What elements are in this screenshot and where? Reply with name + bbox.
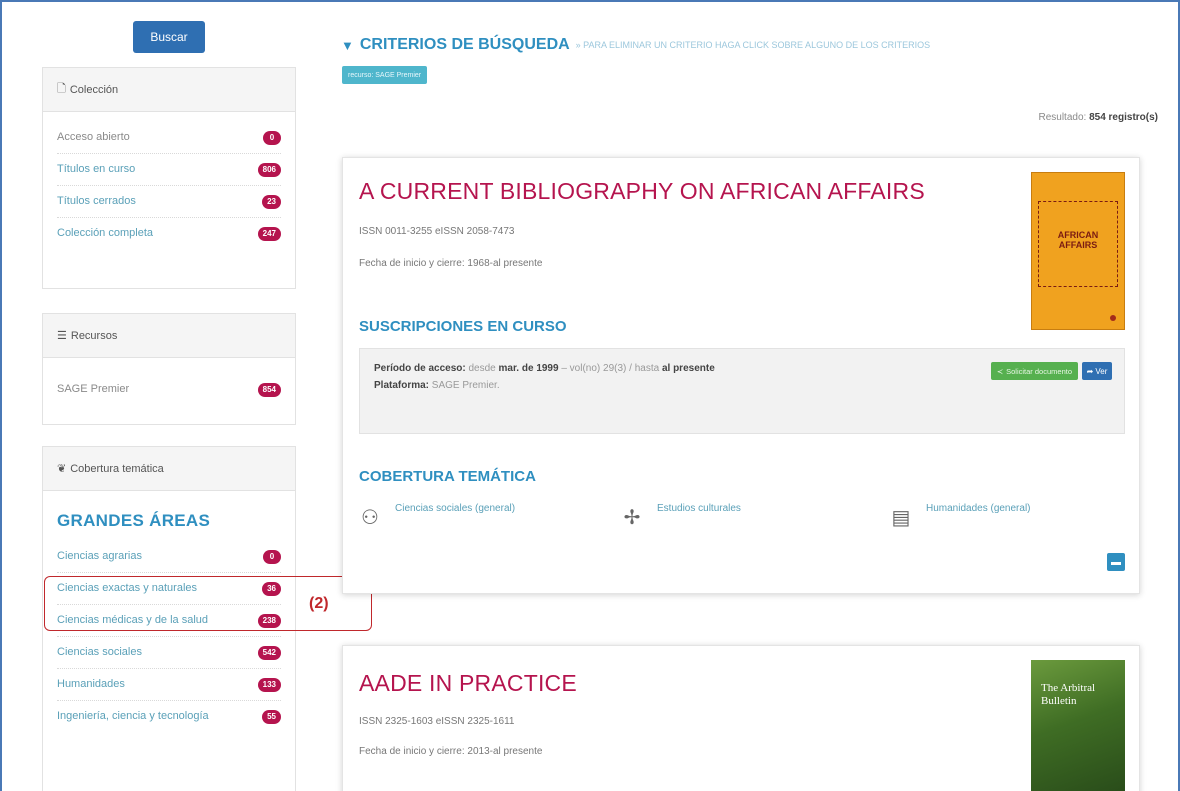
cover-title: The Arbitral Bulletin — [1041, 682, 1096, 707]
journal-dates: Fecha de inicio y cierre: 2013-al presen… — [359, 746, 543, 757]
document-icon: 🗋 — [57, 83, 66, 95]
filter-label: SAGE Premier — [57, 383, 130, 395]
access-period: Período de acceso: desde mar. de 1999 – … — [374, 363, 715, 374]
journal-cover-image[interactable]: AFRICAN AFFAIRS — [1031, 172, 1125, 330]
count-badge: 0 — [263, 130, 281, 145]
leaf-icon: ❦ — [57, 463, 67, 475]
database-icon: ☰ — [57, 330, 67, 342]
criteria-hint: » PARA ELIMINAR UN CRITERIO HAGA CLICK S… — [575, 40, 931, 50]
filter-icon: ▼ — [341, 37, 354, 53]
platform: Plataforma: SAGE Premier. — [374, 380, 500, 391]
major-areas-heading: GRANDES ÁREAS — [57, 511, 211, 530]
filter-closed-titles[interactable]: Títulos cerrados 23 — [57, 186, 281, 218]
count-badge: 133 — [257, 677, 281, 692]
coverage-heading: COBERTURA TEMÁTICA — [359, 468, 536, 485]
filter-current-titles[interactable]: Títulos en curso 806 — [57, 154, 281, 186]
count-badge: 55 — [262, 709, 281, 724]
filter-open-access[interactable]: Acceso abierto 0 — [57, 122, 281, 154]
journal-card: A CURRENT BIBLIOGRAPHY ON AFRICAN AFFAIR… — [342, 157, 1140, 594]
resources-panel-title: Recursos — [70, 329, 118, 342]
count-badge: 806 — [257, 162, 281, 177]
archive-icon[interactable]: ▬ — [1107, 553, 1125, 571]
annotation-label: (2) — [309, 595, 329, 612]
filter-area-humanities[interactable]: Humanidades 133 — [57, 669, 281, 701]
criteria-tag-sage-premier[interactable]: recurso: SAGE Premier — [342, 66, 428, 84]
people-hierarchy-icon: ⚇ — [361, 507, 379, 529]
criteria-header: ▼ CRITERIOS DE BÚSQUEDA » PARA ELIMINAR … — [341, 36, 930, 54]
journal-cover-image[interactable]: The Arbitral Bulletin — [1031, 660, 1125, 791]
count-badge: 0 — [263, 549, 281, 564]
collection-panel-title: Colección — [69, 83, 119, 96]
filter-area-engineering[interactable]: Ingeniería, ciencia y tecnología 55 — [57, 701, 281, 732]
count-badge: 247 — [257, 226, 281, 241]
cover-title: AFRICAN AFFAIRS — [1057, 230, 1099, 250]
filter-label: Ingeniería, ciencia y tecnología — [57, 710, 209, 722]
journal-dates: Fecha de inicio y cierre: 1968-al presen… — [359, 258, 543, 269]
journal-issn: ISSN 0011-3255 eISSN 2058-7473 — [359, 226, 515, 237]
collection-panel: 🗋 Colección Acceso abierto 0 Títulos en … — [42, 67, 296, 289]
filter-label: Títulos en curso — [57, 163, 136, 175]
filter-label: Ciencias agrarias — [57, 550, 142, 562]
filter-area-agricultural[interactable]: Ciencias agrarias 0 — [57, 541, 281, 573]
criteria-title: CRITERIOS DE BÚSQUEDA — [359, 36, 570, 53]
filter-label: Ciencias sociales — [57, 646, 142, 658]
books-icon: ▤ — [891, 507, 911, 529]
subscriptions-heading: SUSCRIPCIONES EN CURSO — [359, 318, 567, 335]
count-badge: 542 — [257, 645, 281, 660]
coverage-panel-title: Cobertura temática — [70, 462, 164, 475]
filter-area-social[interactable]: Ciencias sociales 542 — [57, 637, 281, 669]
count-badge: 854 — [257, 382, 281, 397]
topic-humanities[interactable]: ▤ Humanidades (general) — [888, 503, 1031, 531]
count-badge: 23 — [262, 194, 281, 209]
results-label: Resultado: — [1038, 112, 1087, 123]
filter-label: Títulos cerrados — [57, 195, 136, 207]
results-value: 854 registro(s) — [1089, 112, 1158, 123]
share-arrow-icon: ➦ — [1086, 366, 1094, 376]
topic-social-sciences[interactable]: ⚇ Ciencias sociales (general) — [357, 503, 515, 531]
filter-sage-premier[interactable]: SAGE Premier 854 — [57, 374, 281, 405]
filter-label: Colección completa — [57, 227, 153, 239]
results-count: Resultado: 854 registro(s) — [1038, 112, 1158, 123]
coverage-panel-header: ❦ Cobertura temática — [43, 447, 295, 491]
filter-label: Humanidades — [57, 678, 125, 690]
filter-label: Acceso abierto — [57, 131, 130, 143]
request-document-button[interactable]: ≺ Solicitar documento — [990, 362, 1078, 380]
search-button[interactable]: Buscar — [133, 21, 205, 53]
journal-title[interactable]: AADE IN PRACTICE — [359, 670, 577, 697]
resources-panel: ☰ Recursos SAGE Premier 854 — [42, 313, 296, 425]
view-button[interactable]: ➦ Ver — [1082, 362, 1112, 380]
share-icon: ≺ — [996, 366, 1004, 376]
bird-icon: ✢ — [623, 507, 641, 529]
journal-card: AADE IN PRACTICE ISSN 2325-1603 eISSN 23… — [342, 645, 1140, 791]
access-period-box: Período de acceso: desde mar. de 1999 – … — [359, 348, 1125, 434]
journal-issn: ISSN 2325-1603 eISSN 2325-1611 — [359, 716, 515, 727]
journal-title[interactable]: A CURRENT BIBLIOGRAPHY ON AFRICAN AFFAIR… — [359, 178, 925, 205]
topic-cultural-studies[interactable]: ✢ Estudios culturales — [619, 503, 741, 531]
collection-panel-header: 🗋 Colección — [43, 68, 295, 112]
filter-complete-collection[interactable]: Colección completa 247 — [57, 218, 281, 249]
resources-panel-header: ☰ Recursos — [43, 314, 295, 358]
